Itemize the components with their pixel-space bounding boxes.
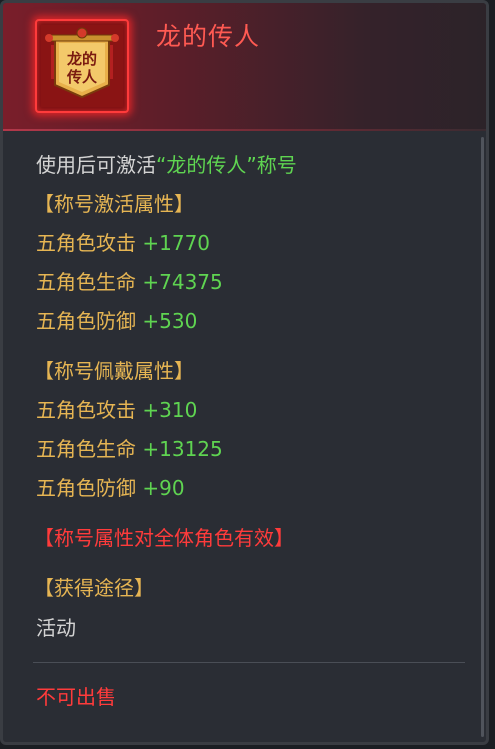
title-badge-icon: 龙的 传人 xyxy=(41,25,123,107)
tooltip-header: 龙的 传人 龙的传人 xyxy=(3,3,486,131)
activation-stat-row: 五角色攻击 +1770 xyxy=(36,229,210,257)
activation-section-header: 【称号激活属性】 xyxy=(34,192,194,216)
activation-stat-row: 五角色生命 +74375 xyxy=(36,268,223,296)
wear-section-header: 【称号佩戴属性】 xyxy=(34,359,194,383)
wear-stat-row: 五角色攻击 +310 xyxy=(36,396,197,424)
stat-label: 五角色生命 xyxy=(36,270,136,294)
stat-value: +90 xyxy=(142,476,185,500)
acquire-source: 活动 xyxy=(36,616,76,640)
usage-description: 使用后可激活“龙的传人”称号 xyxy=(36,151,297,179)
wear-stat-row: 五角色生命 +13125 xyxy=(36,435,223,463)
icon-text-line2: 传人 xyxy=(66,68,98,86)
wear-stat-row: 五角色防御 +90 xyxy=(36,474,185,502)
stat-value: +13125 xyxy=(142,437,223,461)
stat-label: 五角色生命 xyxy=(36,437,136,461)
stat-label: 五角色攻击 xyxy=(36,231,136,255)
stat-label: 五角色攻击 xyxy=(36,398,136,422)
item-icon-frame: 龙的 传人 xyxy=(35,19,129,113)
usage-suffix: 称号 xyxy=(256,153,297,177)
icon-text-line1: 龙的 xyxy=(66,50,97,68)
stat-value: +74375 xyxy=(142,270,223,294)
stat-value: +530 xyxy=(142,309,198,333)
sell-status: 不可出售 xyxy=(36,685,116,709)
divider xyxy=(33,662,465,663)
stat-label: 五角色防御 xyxy=(36,309,136,333)
usage-prefix: 使用后可激活 xyxy=(36,153,156,177)
item-title: 龙的传人 xyxy=(156,22,261,51)
stat-label: 五角色防御 xyxy=(36,476,136,500)
stat-value: +310 xyxy=(142,398,198,422)
activation-stat-row: 五角色防御 +530 xyxy=(36,307,197,335)
item-tooltip-panel: 龙的 传人 龙的传人 使用后可激活“龙的传人”称号 【称号激活属性】 五角色攻击… xyxy=(0,0,489,745)
global-effect-notice: 【称号属性对全体角色有效】 xyxy=(34,526,294,550)
acquire-section-header: 【获得途径】 xyxy=(34,576,154,600)
stat-value: +1770 xyxy=(142,231,211,255)
usage-title-quoted: “龙的传人” xyxy=(156,153,257,177)
